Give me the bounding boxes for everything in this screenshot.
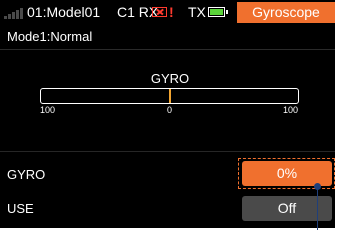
divider	[0, 151, 335, 152]
gyro-bar-title: GYRO	[150, 71, 190, 86]
transmitter-battery-fill	[210, 9, 223, 15]
status-bar: 01:Model01 C1 RX ! TX Gyroscope	[0, 0, 335, 24]
divider	[0, 49, 335, 50]
callout-pointer-line	[317, 186, 318, 230]
page-title-tab: Gyroscope	[237, 2, 335, 23]
gyro-tick-left: 100	[40, 105, 56, 115]
transmitter-label: TX	[188, 4, 206, 20]
use-toggle-button[interactable]: Off	[242, 196, 332, 221]
use-row-label: USE	[7, 201, 34, 216]
mode-label: Mode1:Normal	[7, 29, 93, 44]
transmitter-screen: 01:Model01 C1 RX ! TX Gyroscope Mode1:No…	[0, 0, 335, 228]
gyro-row-label: GYRO	[7, 167, 46, 182]
receiver-alert-icon: !	[169, 4, 174, 20]
receiver-battery-error-icon	[152, 7, 167, 17]
model-name: 01:Model01	[27, 4, 101, 20]
gyro-tick-center: 0	[167, 105, 173, 115]
transmitter-battery-icon	[208, 7, 228, 17]
gyro-center-marker	[169, 89, 171, 103]
gyro-tick-right: 100	[283, 105, 299, 115]
signal-strength-icon	[4, 8, 24, 19]
